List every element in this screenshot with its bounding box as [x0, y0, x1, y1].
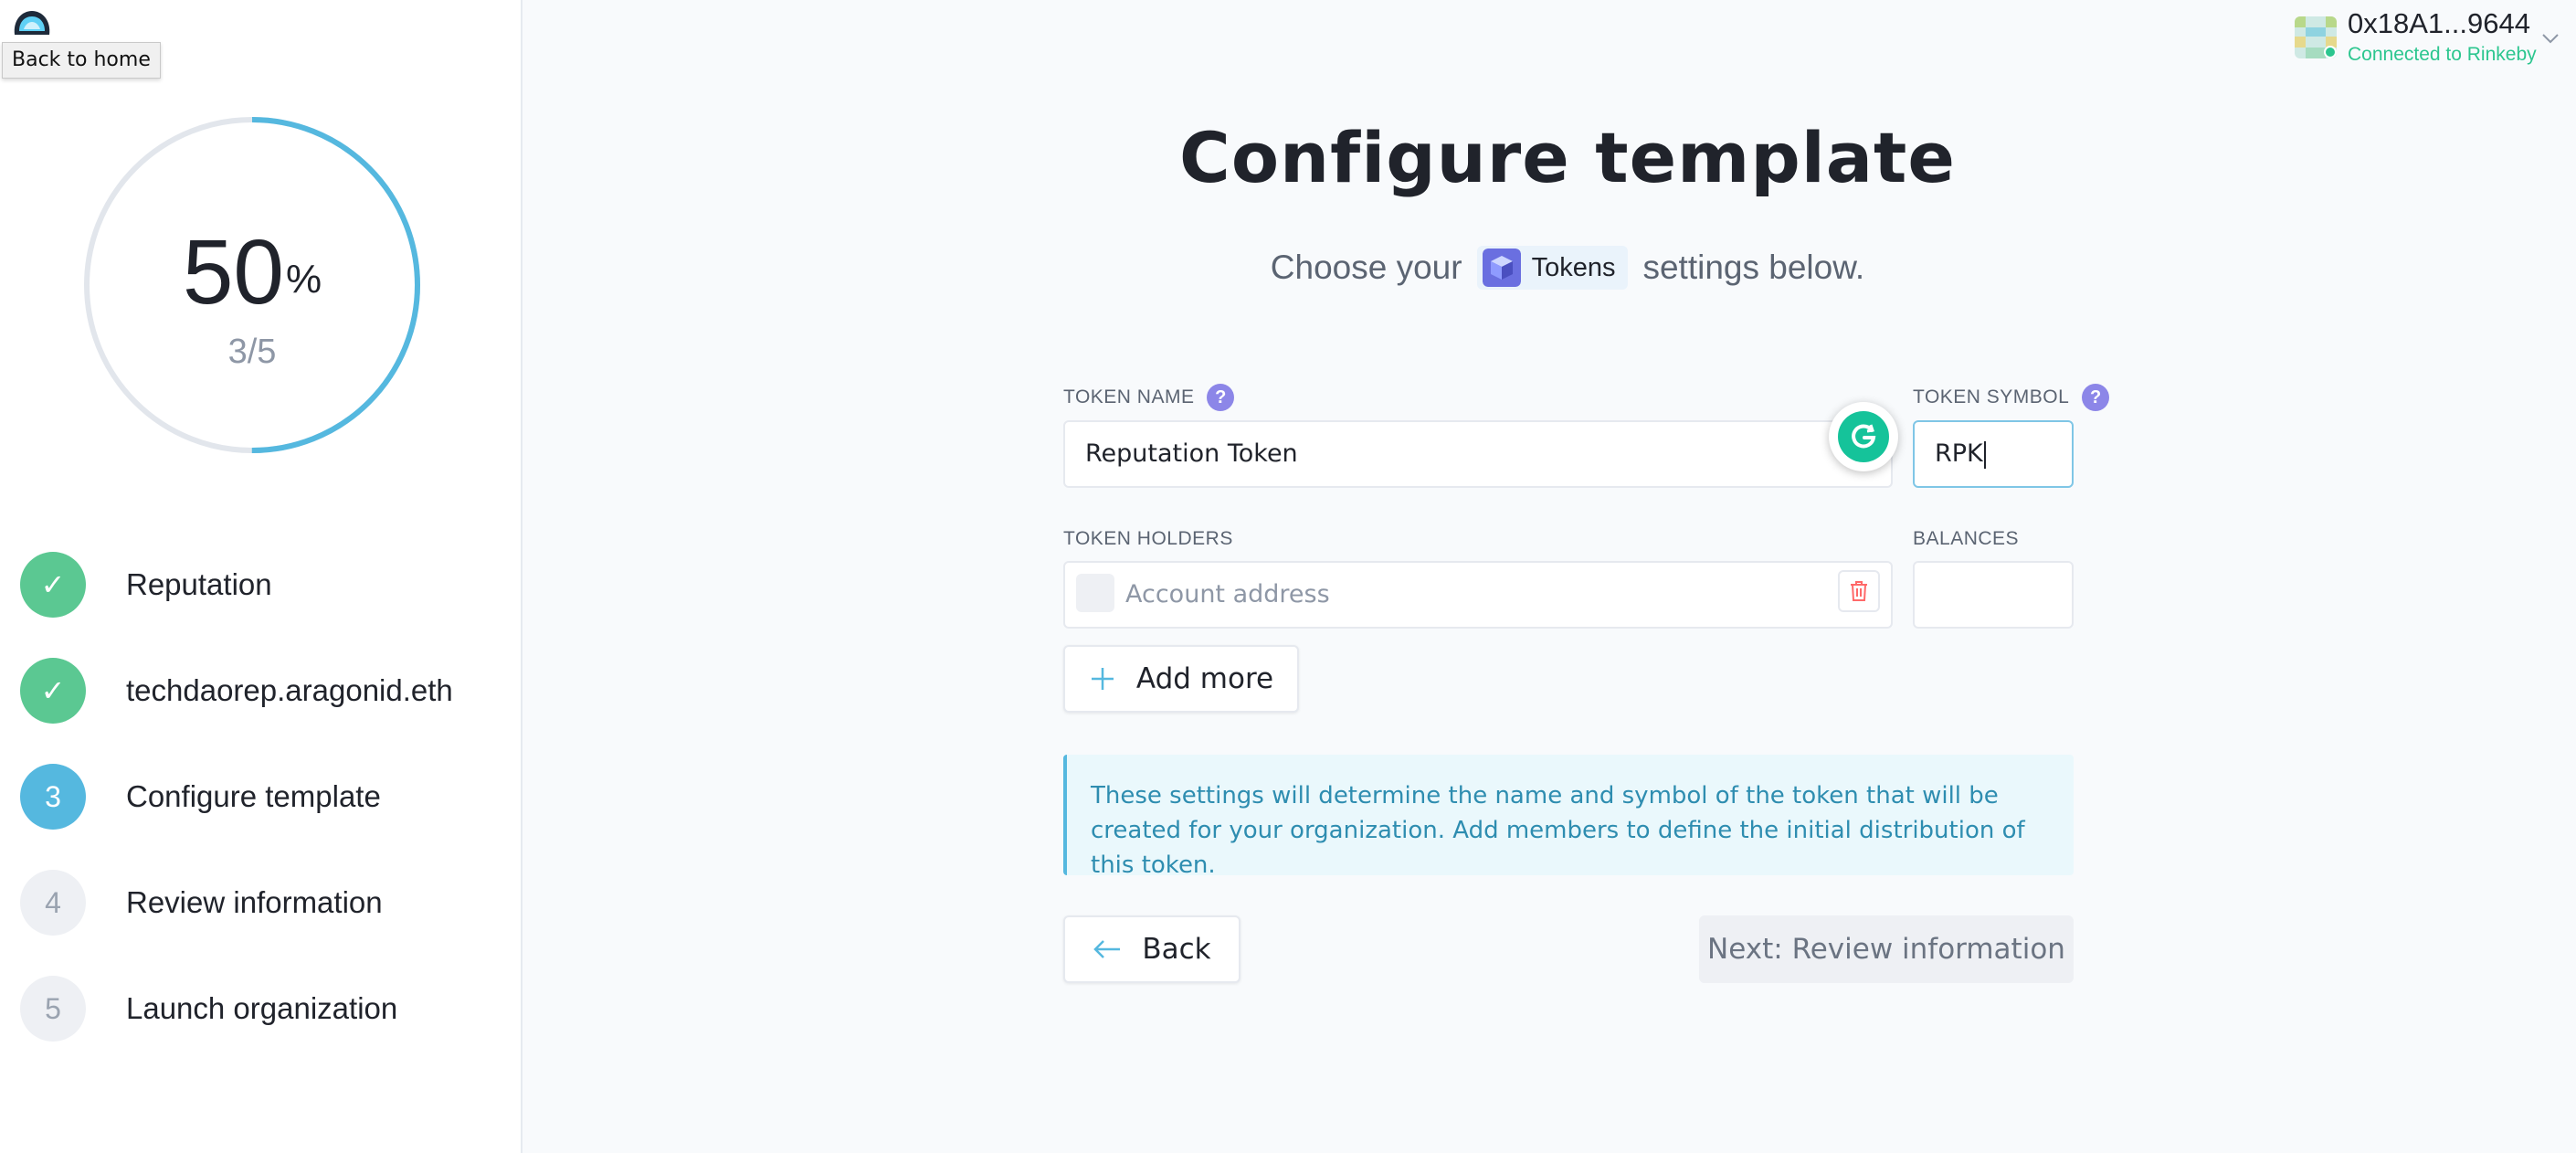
step-label: Launch organization: [126, 991, 398, 1025]
holder-address-input[interactable]: Account address: [1063, 561, 1893, 629]
cube-icon: [1482, 249, 1521, 287]
add-more-button[interactable]: Add more: [1063, 645, 1299, 713]
connection-status-dot: [2324, 46, 2337, 58]
token-name-label: TOKEN NAME ?: [1063, 384, 1235, 411]
progress-percent-value: 50: [182, 221, 285, 323]
token-holders-label: TOKEN HOLDERS: [1063, 528, 1233, 549]
help-icon[interactable]: ?: [1207, 384, 1235, 411]
balance-input[interactable]: [1913, 561, 2074, 629]
grammarly-g-icon: [1852, 424, 1876, 449]
progress-fraction: 3/5: [227, 333, 277, 371]
step-number: 4: [20, 870, 86, 936]
network-status: Connected to Rinkeby: [2348, 44, 2537, 65]
step-configure-template: 3 Configure template: [20, 764, 513, 870]
token-symbol-input[interactable]: RPK: [1913, 420, 2074, 488]
back-label: Back: [1142, 933, 1211, 966]
chevron-down-icon: [2542, 34, 2559, 44]
step-label: techdaorep.aragonid.eth: [126, 673, 453, 707]
back-button[interactable]: Back: [1063, 915, 1240, 983]
back-to-home-button[interactable]: Back to home: [0, 0, 161, 82]
step-number: 5: [20, 976, 86, 1042]
arrow-left-icon: [1093, 940, 1121, 958]
account-menu-button[interactable]: 0x18A1...9644 Connected to Rinkeby: [2291, 7, 2576, 66]
token-name-input[interactable]: Reputation Token: [1063, 420, 1893, 488]
step-label: Reputation: [126, 567, 272, 601]
back-to-home-tooltip: Back to home: [2, 42, 161, 79]
step-list: ✓ Reputation ✓ techdaorep.aragonid.eth 3…: [20, 552, 513, 1082]
sidebar: Back to home 50% 3/5 ✓ Reputation ✓ tech…: [0, 0, 523, 1153]
page-title: Configure template: [1179, 117, 1956, 198]
add-more-label: Add more: [1135, 662, 1274, 695]
page-subtitle: Choose your Tokens settings below.: [913, 243, 2222, 292]
token-symbol-label: TOKEN SYMBOL ?: [1913, 384, 2110, 411]
subtitle-suffix: settings below.: [1642, 249, 1865, 286]
progress-percent-sign: %: [286, 257, 322, 301]
token-symbol-value: RPK: [1935, 439, 1983, 468]
token-symbol-label-text: TOKEN SYMBOL: [1913, 386, 2070, 407]
step-reputation: ✓ Reputation: [20, 552, 513, 658]
template-badge: Tokens: [1476, 246, 1629, 290]
progress-ring: 50% 3/5: [82, 115, 422, 455]
balances-label: BALANCES: [1913, 528, 2020, 549]
identicon-placeholder: [1076, 574, 1114, 612]
next-review-button[interactable]: Next: Review information: [1699, 915, 2074, 983]
subtitle-prefix: Choose your: [1270, 249, 1462, 286]
trash-icon: [1851, 581, 1867, 601]
remove-holder-button[interactable]: [1838, 570, 1880, 612]
plus-icon: [1091, 668, 1114, 690]
step-label: Review information: [126, 885, 383, 919]
step-number: 3: [20, 764, 86, 830]
step-check-icon: ✓: [20, 658, 86, 724]
step-review-information: 4 Review information: [20, 870, 513, 976]
help-icon[interactable]: ?: [2082, 384, 2110, 411]
step-label: Configure template: [126, 779, 381, 813]
step-aragonid: ✓ techdaorep.aragonid.eth: [20, 658, 513, 764]
step-check-icon: ✓: [20, 552, 86, 618]
template-name: Tokens: [1531, 252, 1616, 282]
account-address: 0x18A1...9644: [2348, 7, 2530, 39]
avatar: [2295, 16, 2337, 58]
progress-percent: 50%: [82, 227, 422, 318]
grammarly-button[interactable]: [1829, 402, 1898, 471]
text-cursor: [1983, 440, 1986, 469]
token-name-label-text: TOKEN NAME: [1063, 386, 1195, 407]
aragon-logo-icon: [14, 11, 50, 35]
info-box: These settings will determine the name a…: [1063, 755, 2074, 879]
step-launch-organization: 5 Launch organization: [20, 976, 513, 1082]
